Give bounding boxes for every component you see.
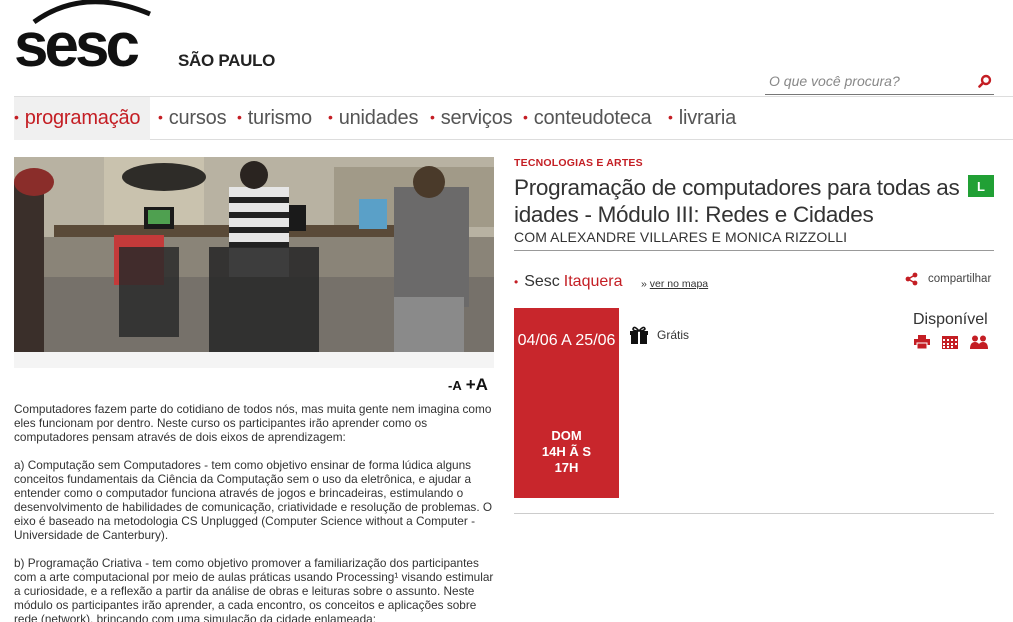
unit-bullet: • [514, 275, 519, 289]
search-input[interactable] [765, 70, 970, 92]
gift-icon [630, 326, 648, 344]
nav-label: cursos [168, 107, 227, 129]
nav-bullet: • [237, 108, 242, 125]
nav-label: serviços [440, 107, 513, 129]
nav-item-servicos[interactable]: • serviços [430, 97, 513, 140]
availability-status: Disponível [913, 311, 988, 328]
search-icon[interactable] [978, 74, 992, 88]
action-icons [914, 335, 988, 349]
nav-item-programacao[interactable]: • programação [14, 97, 151, 140]
event-title: Programação de computadores para todas a… [514, 175, 960, 227]
nav-label: unidades [338, 107, 419, 129]
nav-item-cursos[interactable]: • cursos [158, 97, 227, 140]
price-label: Grátis [657, 328, 690, 342]
unit-name[interactable]: Itaquera [564, 273, 623, 291]
nav-bullet: • [430, 108, 435, 125]
event-description: Computadores fazem parte do cotidiano de… [14, 402, 496, 622]
event-photo [14, 157, 494, 352]
main-nav: • programação • cursos • turismo • unidades … [14, 96, 1013, 140]
description-paragraph: Computadores fazem parte do cotidiano de… [14, 402, 492, 444]
date-box: 04/06 A 25/06 DOM 14H Ã S 17H [514, 308, 619, 498]
region-label: SÃO PAULO [178, 51, 276, 70]
event-unit[interactable]: • Sesc Itaquera [514, 273, 623, 291]
share-button[interactable]: compartilhar [905, 272, 991, 286]
logo-text: sesc [14, 11, 138, 72]
map-link-wrap: » ver no mapa [641, 278, 708, 290]
description-paragraph: a) Computação sem Computadores - tem com… [14, 458, 493, 542]
schedule-day: DOM [551, 428, 582, 443]
share-icon [905, 272, 918, 286]
print-icon[interactable] [914, 335, 930, 349]
age-rating-badge: L [968, 175, 994, 197]
photo-caption-strip [14, 352, 494, 368]
schedule: DOM 14H Ã S 17H [514, 428, 619, 476]
nav-label: turismo [247, 107, 312, 129]
event-subtitle: COM ALEXANDRE VILLARES E MONICA RIZZOLLI [514, 229, 848, 245]
nav-item-conteudoteca[interactable]: • conteudoteca [523, 97, 652, 140]
nav-bullet: • [158, 108, 163, 125]
nav-label: programação [24, 107, 141, 129]
share-label: compartilhar [928, 273, 992, 285]
nav-item-unidades[interactable]: • unidades [328, 97, 418, 140]
font-increase-button[interactable]: +A [466, 375, 488, 394]
group-icon[interactable] [970, 335, 988, 349]
calendar-icon[interactable] [942, 335, 958, 349]
nav-bullet: • [668, 108, 673, 125]
schedule-time: 14H Ã S 17H [541, 444, 592, 475]
description-paragraph: b) Programação Criativa - tem como objet… [14, 556, 494, 622]
map-link[interactable]: ver no mapa [650, 278, 708, 290]
nav-label: livraria [678, 107, 736, 129]
price-info: Grátis [629, 326, 689, 344]
divider [514, 513, 994, 514]
nav-label: conteudoteca [533, 107, 652, 129]
font-decrease-button[interactable]: -A [448, 378, 462, 393]
search-box[interactable] [765, 70, 994, 95]
font-size-controls: -A +A [448, 375, 488, 395]
nav-bullet: • [523, 108, 528, 125]
nav-item-turismo[interactable]: • turismo [237, 97, 312, 140]
event-category[interactable]: TECNOLOGIAS E ARTES [514, 157, 643, 169]
unit-prefix: Sesc [524, 273, 560, 290]
nav-bullet: • [328, 108, 333, 125]
map-link-arrow: » [641, 278, 647, 290]
date-range: 04/06 A 25/06 [517, 332, 616, 349]
nav-item-livraria[interactable]: • livraria [668, 97, 736, 140]
sesc-logo[interactable]: sesc [14, 0, 156, 80]
divider [514, 250, 994, 251]
nav-bullet: • [14, 108, 19, 125]
